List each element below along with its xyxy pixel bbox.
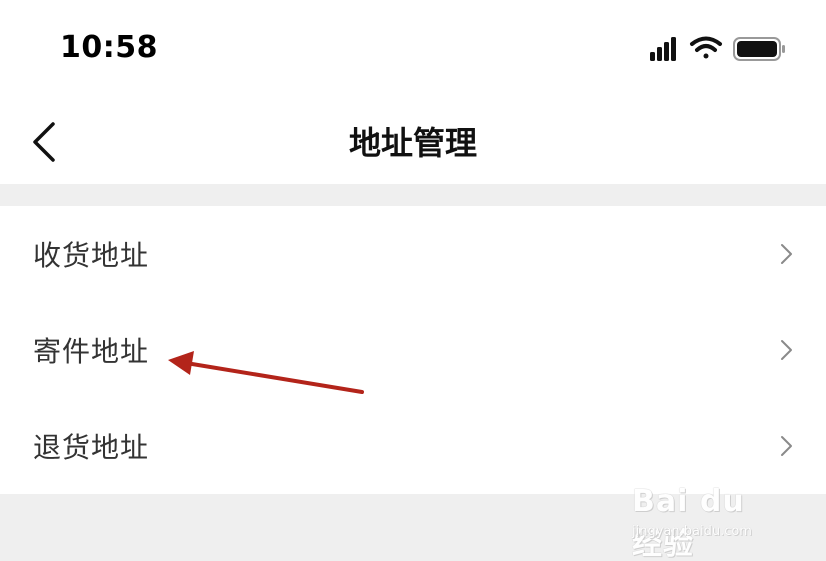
chevron-right-icon [781, 244, 792, 264]
baidu-jingyan-watermark: Bai du 经验 jingyan.baidu.com [632, 470, 782, 561]
status-icons [646, 34, 796, 64]
battery-icon [733, 37, 785, 61]
watermark-main: Bai du 经验 [632, 484, 745, 561]
chevron-right-icon [781, 436, 792, 456]
list-item-receive-address[interactable]: 收货地址 [0, 206, 826, 302]
signal-icon [650, 37, 676, 61]
nav-bar: 地址管理 [0, 100, 826, 184]
status-time: 10:58 [60, 30, 158, 65]
item-label: 退货地址 [33, 431, 150, 464]
item-label: 寄件地址 [33, 335, 150, 368]
wifi-icon [690, 36, 722, 59]
chevron-right-icon [781, 340, 792, 360]
page-title: 地址管理 [348, 124, 477, 162]
address-list: 收货地址 寄件地址 退货地址 [0, 206, 826, 494]
list-item-send-address[interactable]: 寄件地址 [0, 302, 826, 398]
item-label: 收货地址 [33, 239, 150, 272]
watermark-sub: jingyan.baidu.com [632, 524, 752, 539]
status-bar: 10:58 [0, 0, 826, 100]
